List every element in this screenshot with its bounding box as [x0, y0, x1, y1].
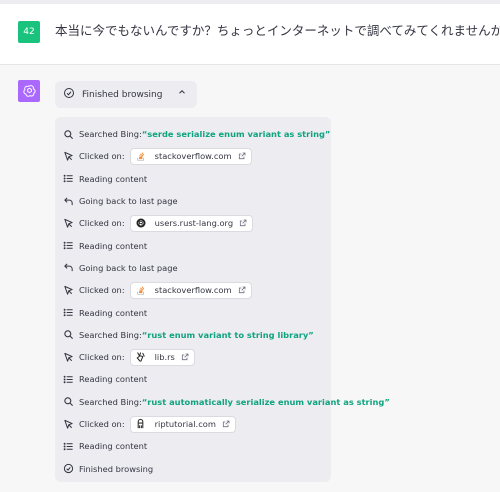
log-text: Going back to last page	[79, 196, 178, 207]
external-link-icon	[239, 219, 247, 227]
list-icon	[62, 173, 74, 185]
search-query: “serde serialize enum variant as string”	[141, 129, 331, 140]
clicked-prefix: Clicked on:	[79, 218, 125, 229]
browsing-log-panel: Searched Bing: “serde serialize enum var…	[55, 117, 390, 482]
clicked-prefix: Clicked on:	[79, 419, 125, 429]
rust-icon	[135, 217, 147, 229]
site-name: lib.rs	[154, 352, 175, 363]
search-icon	[62, 128, 74, 140]
browse-log-item: Clicked on: users.rust-lang.org	[62, 212, 331, 234]
log-text: Reading content	[79, 307, 148, 318]
list-icon	[62, 240, 74, 252]
clicked-prefix: Clicked on:	[79, 151, 125, 162]
chevron-up-icon	[177, 87, 187, 100]
stackoverflow-icon	[135, 150, 147, 162]
back-arrow-icon	[62, 262, 74, 274]
search-prefix: Searched Bing:	[79, 129, 142, 140]
log-text: Finished browsing	[79, 463, 154, 474]
list-icon	[62, 373, 74, 385]
clicked-prefix: Clicked on:	[79, 285, 125, 296]
stackoverflow-icon	[135, 284, 147, 296]
browse-log-item: Clicked on: lib.rs	[62, 346, 331, 368]
site-name: users.rust-lang.org	[154, 218, 234, 229]
browse-log-item: Clicked on: stackoverflow.com	[62, 279, 331, 301]
browse-log-item: Reading content	[62, 234, 331, 256]
site-name: riptutorial.com	[154, 419, 216, 429]
external-link-icon	[222, 420, 230, 428]
browse-log-item: Reading content	[62, 435, 331, 457]
cursor-icon	[62, 418, 74, 430]
browse-log-item: Reading content	[62, 301, 331, 323]
log-text: Reading content	[79, 441, 148, 452]
site-link-chip[interactable]: stackoverflow.com	[129, 147, 252, 165]
chatgpt-logo-icon	[18, 80, 40, 102]
cursor-icon	[62, 217, 74, 229]
external-link-icon	[238, 152, 246, 160]
back-arrow-icon	[62, 195, 74, 207]
site-link-chip[interactable]: stackoverflow.com	[129, 281, 252, 299]
site-name: stackoverflow.com	[154, 285, 232, 296]
external-link-icon	[238, 286, 246, 294]
browse-log-item: Clicked on: stackoverflow.com	[62, 145, 331, 167]
browse-log-item: Going back to last page	[62, 190, 331, 212]
site-link-chip[interactable]: users.rust-lang.org	[129, 214, 254, 232]
clicked-prefix: Clicked on:	[79, 352, 125, 363]
cursor-icon	[62, 150, 74, 162]
browse-log-item: Reading content	[62, 168, 331, 190]
cursor-icon	[62, 284, 74, 296]
site-link-chip[interactable]: lib.rs	[129, 348, 195, 366]
browse-log-item: Finished browsing	[62, 457, 331, 479]
browse-log-item: Searched Bing: “rust enum variant to str…	[62, 324, 331, 346]
browse-log-item: Clicked on: riptutorial.com	[62, 413, 331, 435]
log-text: Reading content	[79, 240, 148, 251]
log-text: Reading content	[79, 173, 148, 184]
search-prefix: Searched Bing:	[79, 396, 142, 407]
check-circle-icon	[63, 87, 75, 102]
search-query: “rust automatically serialize enum varia…	[141, 396, 390, 407]
log-text: Reading content	[79, 374, 148, 385]
divider	[0, 0, 500, 4]
browse-log-item: Reading content	[62, 368, 331, 390]
browse-log-item: Searched Bing: “rust automatically seria…	[62, 391, 390, 413]
external-link-icon	[181, 353, 189, 361]
user-message-text: 本当に今でもないんですか？ちょっとインターネットで調べてみてくれませんか？	[55, 23, 500, 38]
log-text: Going back to last page	[79, 262, 178, 273]
check-circle-icon	[62, 463, 74, 475]
browsing-toggle-label: Finished browsing	[82, 89, 163, 100]
assistant-message-row: Finished browsing Searched Bing: “serde …	[0, 66, 500, 492]
cursor-icon	[62, 351, 74, 363]
search-prefix: Searched Bing:	[79, 329, 142, 340]
search-icon	[62, 329, 74, 341]
user-avatar: 42	[18, 21, 40, 43]
search-icon	[62, 396, 74, 408]
browse-log-item: Going back to last page	[62, 257, 331, 279]
librs-icon	[135, 351, 147, 363]
riptutorial-icon	[135, 418, 147, 430]
search-query: “rust enum variant to string library”	[141, 329, 314, 340]
list-icon	[62, 440, 74, 452]
list-icon	[62, 307, 74, 319]
site-link-chip[interactable]: riptutorial.com	[129, 415, 236, 433]
browsing-toggle-button[interactable]: Finished browsing	[55, 81, 197, 108]
user-message-row: 42 本当に今でもないんですか？ちょっとインターネットで調べてみてくれませんか？	[0, 0, 500, 65]
site-name: stackoverflow.com	[154, 151, 232, 162]
browse-log-item: Searched Bing: “serde serialize enum var…	[62, 123, 331, 145]
